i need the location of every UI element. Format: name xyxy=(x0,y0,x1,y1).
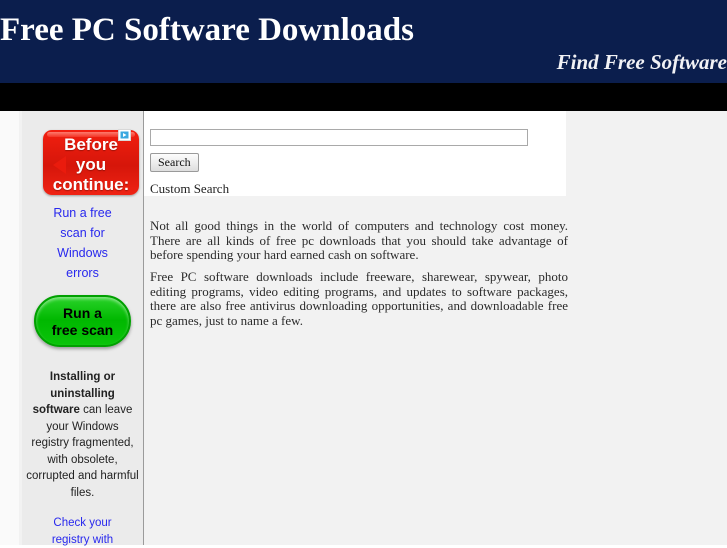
sidebar-advertisement[interactable]: Before you continue: Run a free scan for… xyxy=(22,111,143,545)
ad-button-container: Run a free scan xyxy=(22,295,143,353)
ad-bubble-headline: Before you continue: xyxy=(43,135,139,195)
left-gutter xyxy=(0,111,19,545)
search-button[interactable]: Search xyxy=(150,153,199,172)
page-title: Free PC Software Downloads xyxy=(0,10,414,50)
ad-scan-link-line-4: errors xyxy=(22,263,143,283)
ad-headline-line-2: you xyxy=(43,155,139,175)
ad-scan-link-line-3: Windows xyxy=(22,243,143,263)
custom-search-label: Custom Search xyxy=(150,181,229,196)
intro-paragraph-1: Not all good things in the world of comp… xyxy=(150,219,568,263)
ad-scan-link-line-1: Run a free xyxy=(22,203,143,223)
ad-headline-line-3: continue: xyxy=(43,175,139,195)
ad-body-rest: can leave your Windows registry fragment… xyxy=(26,404,139,499)
ad-bubble-container: Before you continue: xyxy=(22,111,143,197)
ad-scan-link-line-2: scan for xyxy=(22,223,143,243)
ad-footer-link[interactable]: Check your registry with xyxy=(22,515,143,548)
ad-scan-link[interactable]: Run a free scan for Windows errors xyxy=(22,203,143,283)
site-tagline: Find Free Software xyxy=(557,50,727,74)
run-free-scan-button-line-1: Run a xyxy=(36,305,129,322)
search-input[interactable] xyxy=(150,129,528,146)
page-body: Before you continue: Run a free scan for… xyxy=(0,111,727,545)
main-content: Search Custom Search Not all good things… xyxy=(144,111,727,545)
intro-paragraph-2: Free PC software downloads include freew… xyxy=(150,270,568,328)
header-divider-bar xyxy=(0,83,727,111)
run-free-scan-button[interactable]: Run a free scan xyxy=(34,295,131,347)
ad-footer-link-line-1: Check your xyxy=(22,515,143,532)
site-header: Free PC Software Downloads Find Free Sof… xyxy=(0,0,727,83)
run-free-scan-button-line-2: free scan xyxy=(36,322,129,339)
adchoices-triangle-icon[interactable] xyxy=(118,129,131,141)
search-panel: Search Custom Search xyxy=(144,111,566,196)
ad-footer-link-line-2: registry with xyxy=(22,532,143,548)
ad-body-copy: Installing or uninstalling software can … xyxy=(26,369,139,501)
